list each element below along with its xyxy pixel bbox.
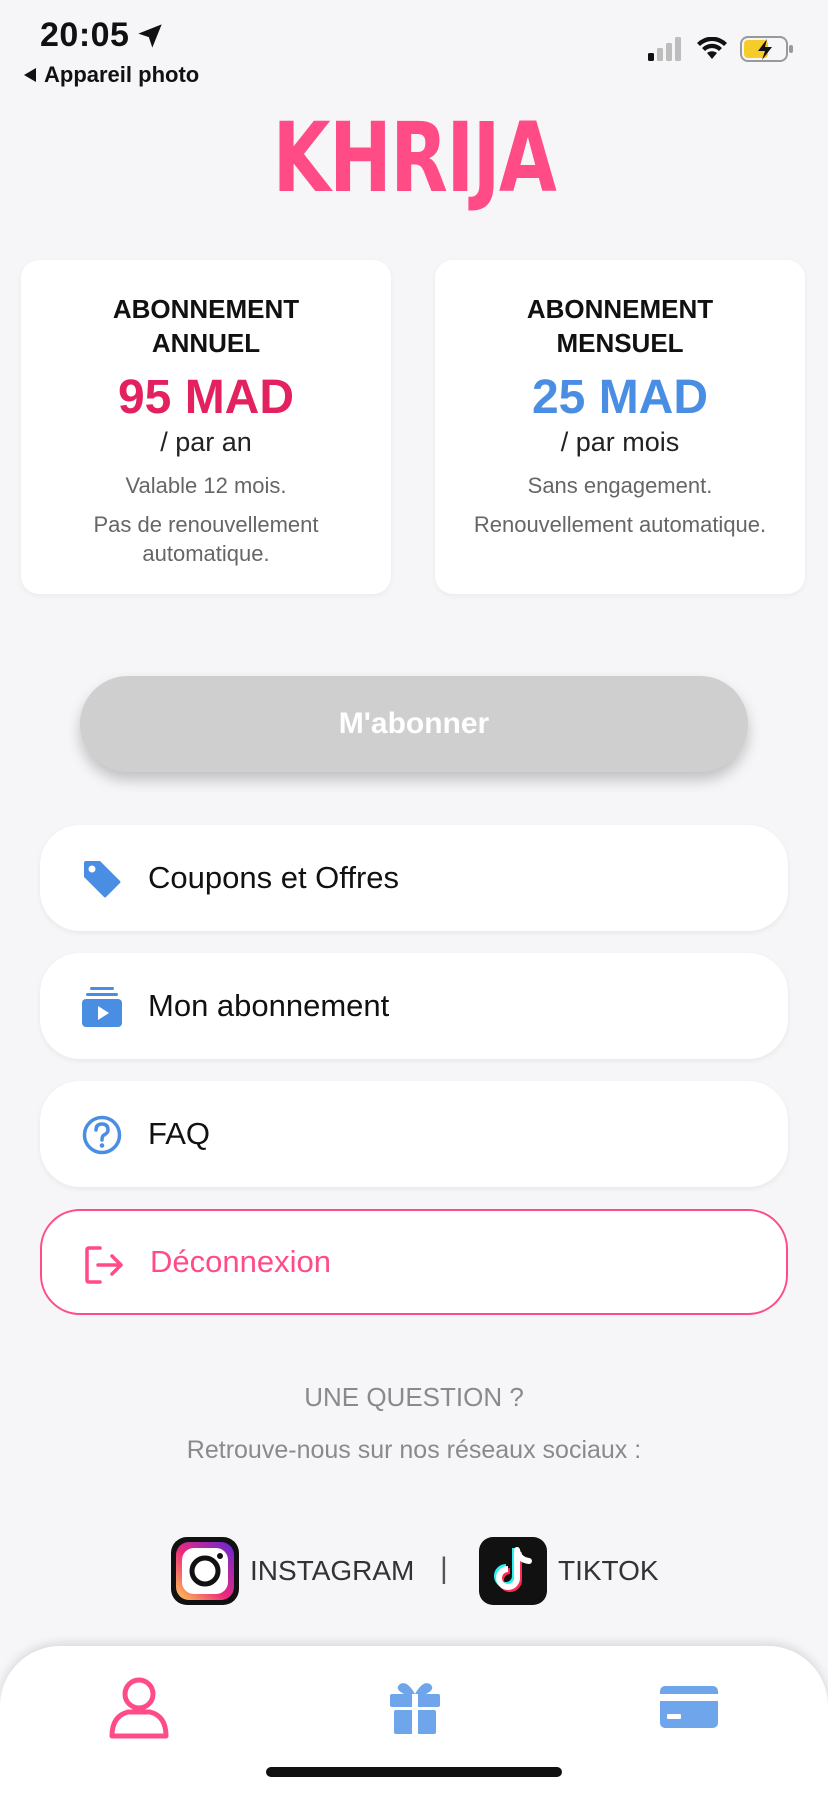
tag-icon <box>84 861 121 898</box>
status-icons <box>648 36 794 62</box>
menu-label: Déconnexion <box>150 1244 331 1279</box>
logout-button[interactable]: Déconnexion <box>40 1209 788 1315</box>
plan-period: / par an <box>160 427 252 457</box>
help-title: UNE QUESTION ? <box>304 1382 524 1412</box>
tab-credit-card-icon[interactable] <box>654 1672 724 1742</box>
back-triangle-icon <box>24 68 36 82</box>
back-app-label: Appareil photo <box>44 62 200 87</box>
tab-profile-icon[interactable] <box>104 1672 174 1742</box>
question-circle-icon <box>82 1115 122 1155</box>
logout-icon <box>85 1246 123 1284</box>
home-indicator <box>266 1767 562 1777</box>
plan-title: ABONNEMENT MENSUEL <box>526 294 714 358</box>
plan-card-annual[interactable]: ABONNEMENT ANNUEL 95 MAD / par an Valabl… <box>21 260 391 594</box>
menu-item-coupons[interactable]: Coupons et Offres <box>40 825 788 931</box>
plan-price: 95 MAD <box>117 371 295 424</box>
plan-renewal-note: Pas de renouvellement automatique. <box>93 512 319 566</box>
instagram-label: INSTAGRAM <box>250 1555 415 1586</box>
battery-charging-icon <box>740 36 793 62</box>
subscribe-button[interactable]: M'abonner <box>80 676 748 772</box>
social-separator: | <box>440 1552 448 1585</box>
tab-gift-icon[interactable] <box>380 1672 450 1742</box>
tiktok-link[interactable]: TIKTOK <box>478 1536 659 1606</box>
plan-note: Sans engagement. <box>527 473 713 498</box>
plan-period: / par mois <box>560 427 680 457</box>
instagram-icon <box>171 1537 239 1605</box>
plan-price: 25 MAD <box>531 371 709 424</box>
wifi-icon <box>697 37 727 59</box>
tiktok-label: TIKTOK <box>558 1555 659 1586</box>
menu-label: FAQ <box>148 1116 211 1151</box>
back-to-app-link[interactable]: Appareil photo <box>24 62 199 88</box>
plan-card-monthly[interactable]: ABONNEMENT MENSUEL 25 MAD / par mois San… <box>435 260 805 594</box>
plan-title: ABONNEMENT ANNUEL <box>112 294 300 358</box>
menu-label: Mon abonnement <box>148 988 390 1023</box>
plan-note: Valable 12 mois. <box>125 473 287 498</box>
instagram-link[interactable]: INSTAGRAM <box>170 1536 414 1606</box>
menu-label: Coupons et Offres <box>148 860 400 895</box>
plan-renewal-note: Renouvellement automatique. <box>473 512 767 537</box>
help-subtitle: Retrouve-nous sur nos réseaux sociaux : <box>186 1436 642 1464</box>
app-logo: KHRIJA <box>272 102 557 214</box>
location-arrow-icon <box>138 24 162 48</box>
menu-item-subscription[interactable]: Mon abonnement <box>40 953 788 1059</box>
status-time: 20:05 <box>40 16 130 54</box>
tab-bar <box>0 1646 828 1816</box>
status-bar: 20:05 Appareil photo <box>0 0 828 100</box>
tiktok-icon <box>479 1537 547 1605</box>
cellular-signal-icon <box>648 37 681 61</box>
subscription-icon <box>82 987 122 1027</box>
menu-item-faq[interactable]: FAQ <box>40 1081 788 1187</box>
